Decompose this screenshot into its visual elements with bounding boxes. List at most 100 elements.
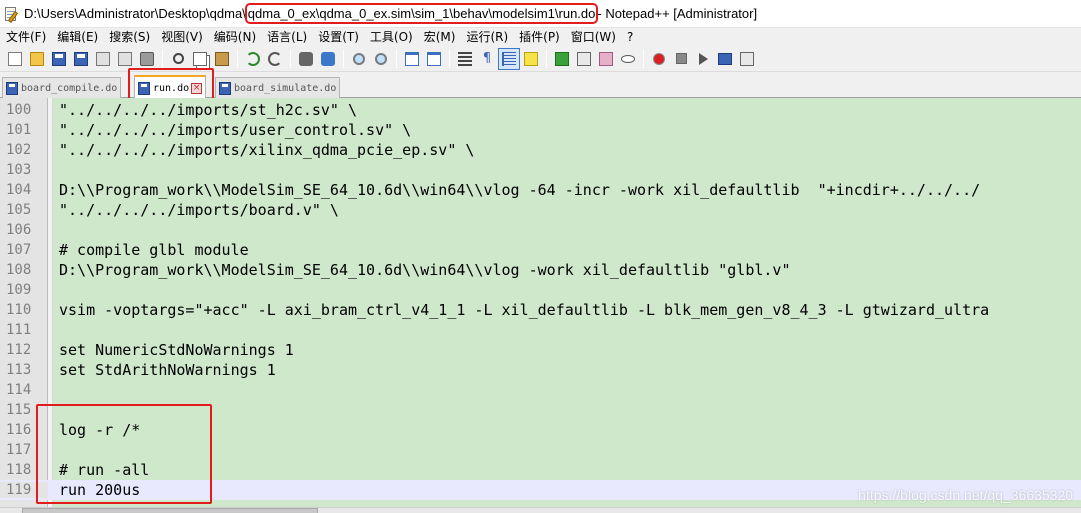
- code-highlight-box: [36, 404, 212, 504]
- print-button[interactable]: [136, 48, 158, 70]
- code-line[interactable]: 112 set NumericStdNoWarnings 1: [0, 340, 1081, 360]
- monitor-button[interactable]: [617, 48, 639, 70]
- code-line[interactable]: 109: [0, 280, 1081, 300]
- replace-button[interactable]: [317, 48, 339, 70]
- new-file-button[interactable]: [4, 48, 26, 70]
- word-wrap-button[interactable]: [454, 48, 476, 70]
- menu-plugins[interactable]: 插件(P): [515, 28, 567, 46]
- close-icon: [96, 51, 110, 66]
- save-all-button[interactable]: [70, 48, 92, 70]
- menu-search[interactable]: 搜索(S): [105, 28, 157, 46]
- save-button[interactable]: [48, 48, 70, 70]
- line-number: 107: [6, 242, 32, 258]
- find-button[interactable]: [295, 48, 317, 70]
- play-multiple-icon: [718, 52, 732, 65]
- code-text: "../../../../imports/user_control.sv" \: [59, 121, 412, 139]
- watermark: https://blog.csdn.net/qq_36635320: [858, 487, 1073, 503]
- menu-settings[interactable]: 设置(T): [314, 28, 366, 46]
- doc-map-button[interactable]: [551, 48, 573, 70]
- folder-workspace-button[interactable]: [595, 48, 617, 70]
- sync-horizontal-button[interactable]: [423, 48, 445, 70]
- menu-view[interactable]: 视图(V): [157, 28, 210, 46]
- save-all-icon: [74, 51, 88, 66]
- save-macro-icon: [740, 51, 754, 66]
- window-title: D:\Users\Administrator\Desktop\qdma\ qdm…: [24, 3, 757, 24]
- editor-area[interactable]: 100 "../../../../imports/st_h2c.sv" \ 101 "…: [0, 98, 1081, 507]
- print-icon: [140, 51, 154, 66]
- redo-button[interactable]: [264, 48, 286, 70]
- language-button[interactable]: [520, 48, 542, 70]
- horizontal-scrollbar[interactable]: [0, 507, 1081, 513]
- menu-bar: 文件(F) 编辑(E) 搜索(S) 视图(V) 编码(N) 语言(L) 设置(T…: [0, 28, 1081, 46]
- close-button[interactable]: [92, 48, 114, 70]
- function-list-button[interactable]: [573, 48, 595, 70]
- open-folder-icon: [30, 51, 44, 66]
- code-line[interactable]: 105 "../../../../imports/board.v" \: [0, 200, 1081, 220]
- line-number: 109: [6, 282, 32, 298]
- tab-label: board_compile.do: [21, 82, 118, 94]
- cut-button[interactable]: [167, 48, 189, 70]
- code-text: "../../../../imports/board.v" \: [59, 201, 339, 219]
- show-all-chars-button[interactable]: ¶: [476, 48, 498, 70]
- play-multiple-button[interactable]: [714, 48, 736, 70]
- menu-help[interactable]: ?: [623, 28, 640, 46]
- stop-macro-icon: [675, 53, 687, 64]
- code-text: set NumericStdNoWarnings 1: [59, 341, 294, 359]
- function-list-icon: [577, 51, 591, 66]
- close-all-button[interactable]: [114, 48, 136, 70]
- stop-macro-button[interactable]: [670, 48, 692, 70]
- save-macro-button[interactable]: [736, 48, 758, 70]
- line-number: 110: [6, 302, 32, 318]
- menu-run[interactable]: 运行(R): [462, 28, 515, 46]
- code-line[interactable]: 111: [0, 320, 1081, 340]
- line-number: 114: [6, 382, 32, 398]
- toolbar-separator: [162, 49, 163, 68]
- zoom-out-button[interactable]: [370, 48, 392, 70]
- menu-file[interactable]: 文件(F): [2, 28, 53, 46]
- code-line[interactable]: 110 vsim -voptargs="+acc" -L axi_bram_ctr…: [0, 300, 1081, 320]
- code-line[interactable]: 101 "../../../../imports/user_control.sv"…: [0, 120, 1081, 140]
- tab-board-simulate[interactable]: board_simulate.do: [215, 77, 341, 98]
- tab-board-compile[interactable]: board_compile.do: [2, 77, 122, 98]
- record-macro-button[interactable]: [648, 48, 670, 70]
- paste-button[interactable]: [211, 48, 233, 70]
- record-macro-icon: [653, 52, 665, 65]
- play-macro-button[interactable]: [692, 48, 714, 70]
- code-line[interactable]: 103: [0, 160, 1081, 180]
- line-number: 112: [6, 342, 32, 358]
- code-line[interactable]: 114: [0, 380, 1081, 400]
- find-icon: [299, 51, 313, 66]
- scrollbar-thumb[interactable]: [22, 508, 318, 513]
- tab-label: board_simulate.do: [234, 82, 337, 94]
- tab-highlight-box: [128, 68, 214, 100]
- menu-window[interactable]: 窗口(W): [567, 28, 623, 46]
- toolbar-separator: [546, 49, 547, 68]
- menu-tools[interactable]: 工具(O): [366, 28, 420, 46]
- code-line[interactable]: 107 # compile glbl module: [0, 240, 1081, 260]
- code-line[interactable]: 108 D:\\Program_work\\ModelSim_SE_64_10.6…: [0, 260, 1081, 280]
- menu-language[interactable]: 语言(L): [263, 28, 314, 46]
- code-line[interactable]: 100 "../../../../imports/st_h2c.sv" \: [0, 100, 1081, 120]
- line-number: 100: [6, 102, 32, 118]
- new-file-icon: [8, 51, 22, 66]
- sync-vertical-button[interactable]: [401, 48, 423, 70]
- sync-vertical-icon: [405, 51, 419, 66]
- open-file-button[interactable]: [26, 48, 48, 70]
- title-prefix: D:\Users\Administrator\Desktop\qdma\: [24, 6, 246, 21]
- zoom-in-button[interactable]: [348, 48, 370, 70]
- menu-encoding[interactable]: 编码(N): [210, 28, 263, 46]
- play-macro-icon: [698, 52, 708, 65]
- title-bar: D:\Users\Administrator\Desktop\qdma\ qdm…: [0, 0, 1081, 28]
- copy-button[interactable]: [189, 48, 211, 70]
- code-line[interactable]: 106: [0, 220, 1081, 240]
- undo-button[interactable]: [242, 48, 264, 70]
- code-line[interactable]: 104 D:\\Program_work\\ModelSim_SE_64_10.6…: [0, 180, 1081, 200]
- line-number: 113: [6, 362, 32, 378]
- code-line[interactable]: 113 set StdArithNoWarnings 1: [0, 360, 1081, 380]
- code-line[interactable]: 102 "../../../../imports/xilinx_qdma_pcie…: [0, 140, 1081, 160]
- indent-guide-button[interactable]: [498, 47, 520, 70]
- menu-macro[interactable]: 宏(M): [420, 28, 463, 46]
- menu-edit[interactable]: 编辑(E): [53, 28, 105, 46]
- title-path-highlighted: qdma_0_ex\qdma_0_ex.sim\sim_1\behav\mode…: [244, 3, 599, 24]
- code-text: "../../../../imports/st_h2c.sv" \: [59, 101, 358, 119]
